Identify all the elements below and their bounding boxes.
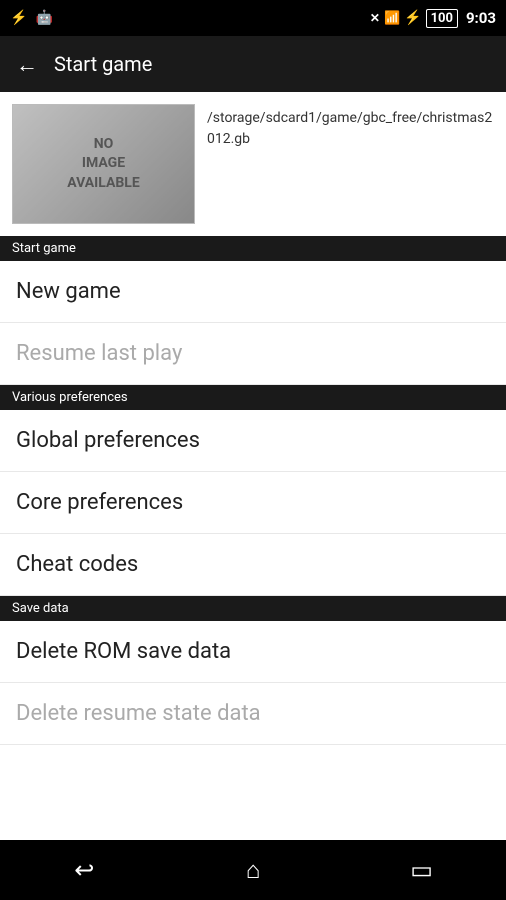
- section-header-save-data: Save data: [0, 596, 506, 621]
- back-button[interactable]: [16, 50, 38, 78]
- signal-icon: 📶: [384, 11, 400, 26]
- toolbar-title: Start game: [54, 52, 152, 76]
- content-area: NO IMAGE AVAILABLE /storage/sdcard1/game…: [0, 92, 506, 840]
- no-image-label: NO IMAGE AVAILABLE: [67, 135, 140, 194]
- new-game-item[interactable]: New game: [0, 261, 506, 323]
- status-bar-right-icons: ✕ 📶 ⚡ 100 9:03: [370, 9, 496, 28]
- delete-rom-save-data-item[interactable]: Delete ROM save data: [0, 621, 506, 683]
- nav-bar: ↩ ⌂ ▭: [0, 840, 506, 900]
- game-info-row: NO IMAGE AVAILABLE /storage/sdcard1/game…: [0, 92, 506, 236]
- nav-home-button[interactable]: ⌂: [213, 850, 293, 890]
- usb-icon: ⚡: [10, 10, 27, 26]
- sim-x-icon: ✕: [370, 11, 380, 25]
- cheat-codes-item[interactable]: Cheat codes: [0, 534, 506, 596]
- lightning-icon: ⚡: [404, 10, 421, 26]
- android-icon: 🤖: [35, 10, 52, 26]
- status-bar-left-icons: ⚡ 🤖: [10, 10, 53, 26]
- game-thumbnail: NO IMAGE AVAILABLE: [12, 104, 195, 224]
- nav-back-button[interactable]: ↩: [44, 850, 124, 890]
- delete-resume-state-data-item[interactable]: Delete resume state data: [0, 683, 506, 745]
- game-file-path: /storage/sdcard1/game/gbc_free/christmas…: [207, 104, 494, 150]
- nav-recent-button[interactable]: ▭: [382, 850, 462, 890]
- resume-last-play-item[interactable]: Resume last play: [0, 323, 506, 385]
- battery-level: 100: [426, 9, 458, 28]
- section-header-various-preferences: Various preferences: [0, 385, 506, 410]
- status-bar: ⚡ 🤖 ✕ 📶 ⚡ 100 9:03: [0, 0, 506, 36]
- core-preferences-item[interactable]: Core preferences: [0, 472, 506, 534]
- section-header-start-game: Start game: [0, 236, 506, 261]
- time-display: 9:03: [466, 9, 496, 27]
- global-preferences-item[interactable]: Global preferences: [0, 410, 506, 472]
- toolbar: Start game: [0, 36, 506, 92]
